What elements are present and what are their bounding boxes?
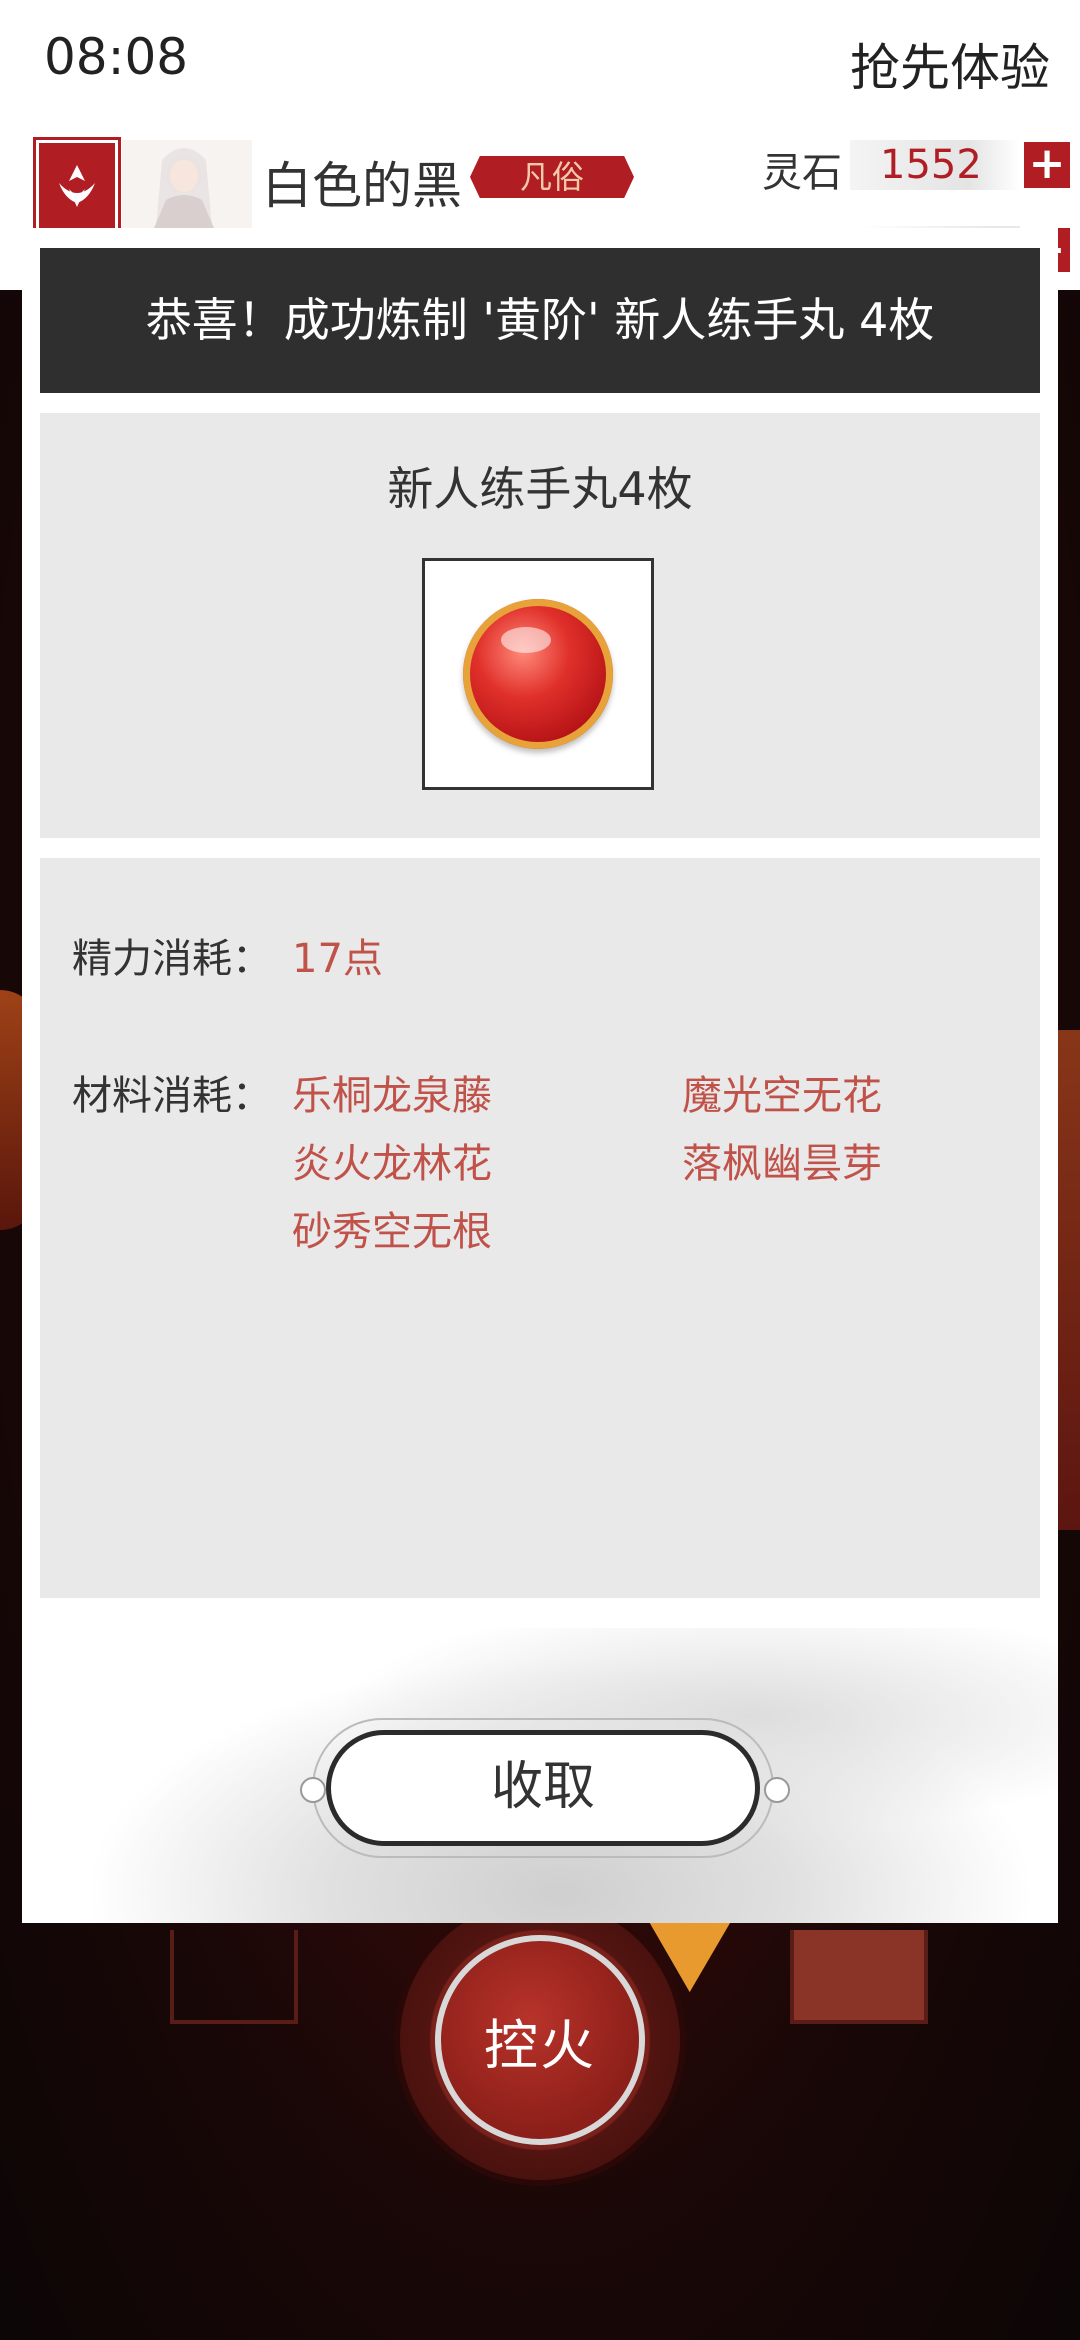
reward-item-frame[interactable]: [422, 558, 654, 790]
material-item: 落枫幽昙芽: [682, 1141, 882, 1187]
material-cost-label: 材料消耗：: [72, 1073, 272, 1119]
energy-cost-value: 17点: [292, 936, 383, 982]
material-item: 乐桐龙泉藤: [292, 1073, 492, 1119]
material-item: 魔光空无花: [682, 1073, 882, 1119]
pill-highlight: [501, 627, 551, 653]
cost-panel: 精力消耗： 17点 材料消耗： 乐桐龙泉藤 魔光空无花 炎火龙林花 落枫幽昙芽 …: [40, 858, 1040, 1598]
collect-button[interactable]: 收取: [326, 1730, 760, 1846]
early-access-label[interactable]: 抢先体验: [850, 28, 1050, 100]
control-fire-button[interactable]: 控火: [400, 1900, 680, 2180]
material-item: 炎火龙林花: [292, 1141, 492, 1187]
button-ornament-right: [764, 1777, 790, 1803]
reward-item-name: 新人练手丸4枚: [387, 462, 693, 516]
status-time: 08:08: [44, 28, 189, 86]
furnace-stand-right: [790, 1930, 928, 2024]
furnace-stand-left: [170, 1930, 298, 2024]
success-banner: 恭喜！成功炼制 '黄阶' 新人练手丸 4枚: [40, 248, 1040, 393]
reward-item-panel: 新人练手丸4枚: [40, 413, 1040, 838]
spirit-stone-value: 1552: [850, 140, 1020, 190]
red-pill-icon: [463, 599, 613, 749]
refine-result-dialog: 恭喜！成功炼制 '黄阶' 新人练手丸 4枚 新人练手丸4枚 精力消耗： 17点 …: [22, 228, 1058, 1923]
spirit-stone-label: 灵石: [762, 150, 842, 196]
rank-badge: 凡俗: [470, 156, 634, 198]
material-item: 砂秀空无根: [292, 1209, 492, 1255]
energy-cost-label: 精力消耗：: [72, 936, 272, 982]
avatar[interactable]: [122, 140, 252, 228]
control-fire-label: 控火: [435, 1935, 645, 2145]
add-spirit-stone-button[interactable]: +: [1024, 142, 1070, 188]
status-bar: 08:08 抢先体验: [0, 0, 1080, 125]
button-ornament-left: [300, 1777, 326, 1803]
player-name: 白色的黑: [262, 157, 462, 215]
sect-emblem-icon[interactable]: [33, 137, 121, 239]
